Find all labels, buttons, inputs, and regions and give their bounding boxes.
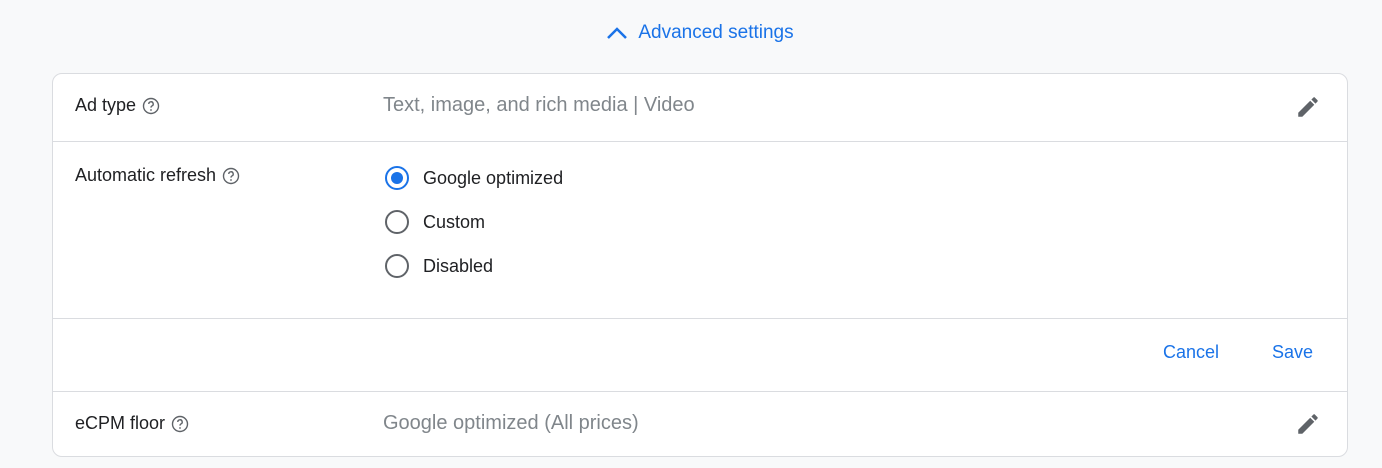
radio-label: Custom	[423, 211, 486, 232]
ecpm-floor-value: Google optimized (All prices)	[383, 412, 639, 434]
ad-type-row: Ad type Text, image, and rich media | Vi…	[53, 74, 1347, 142]
cancel-button[interactable]: Cancel	[1163, 342, 1219, 363]
advanced-settings-toggle[interactable]: Advanced settings	[0, 22, 1382, 44]
settings-card: Ad type Text, image, and rich media | Vi…	[52, 73, 1348, 457]
radio-button[interactable]	[385, 166, 409, 190]
help-icon[interactable]	[142, 97, 160, 115]
automatic-refresh-row: Automatic refresh Google optimized Custo…	[53, 141, 1347, 319]
radio-label: Google optimized	[423, 167, 564, 188]
pencil-icon[interactable]	[1295, 94, 1321, 120]
radio-button[interactable]	[385, 254, 409, 278]
automatic-refresh-label: Automatic refresh	[75, 165, 217, 185]
action-row: Cancel Save	[53, 318, 1347, 392]
ad-type-label: Ad type	[75, 95, 137, 115]
ecpm-floor-row: eCPM floor Google optimized (All prices)	[53, 391, 1347, 457]
ad-type-value: Text, image, and rich media | Video	[383, 94, 695, 116]
ecpm-floor-label: eCPM floor	[75, 413, 166, 433]
help-icon[interactable]	[222, 167, 240, 185]
radio-custom[interactable]: Custom	[385, 210, 485, 234]
save-button[interactable]: Save	[1272, 342, 1313, 363]
help-icon[interactable]	[171, 415, 189, 433]
chevron-up-icon	[607, 27, 628, 39]
radio-google-optimized[interactable]: Google optimized	[385, 166, 563, 190]
radio-disabled[interactable]: Disabled	[385, 254, 493, 278]
advanced-settings-label: Advanced settings	[638, 22, 794, 43]
radio-label: Disabled	[423, 255, 494, 276]
pencil-icon[interactable]	[1295, 411, 1321, 437]
radio-button[interactable]	[385, 210, 409, 234]
